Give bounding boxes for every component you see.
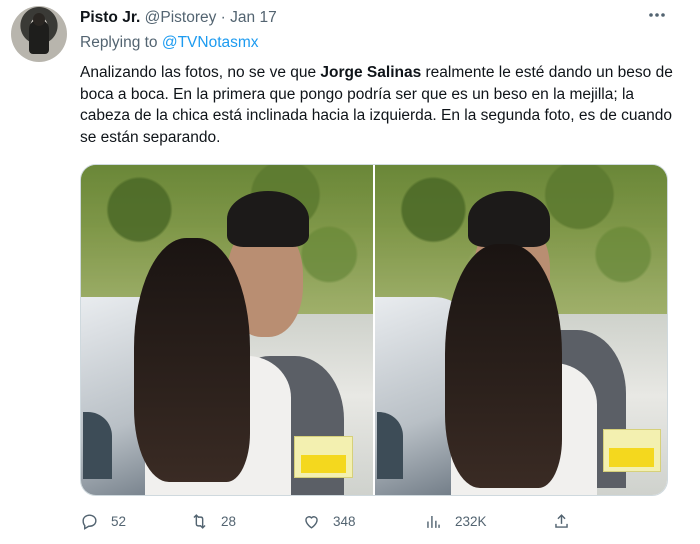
reply-prefix: Replying to	[80, 34, 162, 51]
more-horizontal-icon[interactable]	[646, 4, 668, 26]
tweet-text: Analizando las fotos, no se ve que Jorge…	[80, 62, 680, 148]
retweet-button[interactable]: 28	[190, 510, 236, 532]
author-name[interactable]: Pisto Jr.	[80, 9, 140, 26]
photo-1-sign	[294, 435, 353, 479]
photo-2-car-window	[376, 411, 403, 480]
avatar-head	[33, 13, 45, 26]
tweet[interactable]: Pisto Jr. @Pistorey · Jan 17 Replying to…	[0, 0, 700, 544]
tweet-actions: 52 28 348 232K	[80, 510, 580, 532]
photo-1-man-hair	[227, 191, 309, 248]
photo-2-sign-label	[609, 448, 655, 467]
reply-button[interactable]: 52	[80, 510, 126, 532]
tweet-text-bold: Jorge Salinas	[320, 64, 422, 81]
tweet-text-start: Analizando las fotos, no se ve que	[80, 64, 321, 81]
tweet-date[interactable]: Jan 17	[230, 9, 277, 26]
like-button[interactable]: 348	[302, 510, 356, 532]
photo-1-woman-hair	[133, 237, 251, 482]
photo-1[interactable]	[81, 165, 373, 495]
reply-icon	[82, 513, 97, 530]
media-grid	[80, 164, 668, 496]
like-count: 348	[333, 513, 356, 529]
like-icon	[305, 515, 318, 529]
retweet-count: 28	[221, 513, 237, 529]
reply-mention-link[interactable]: @TVNotasmx	[162, 34, 259, 51]
reply-context: Replying to @TVNotasmx	[80, 34, 259, 52]
views-icon	[427, 515, 440, 528]
photo-2[interactable]	[375, 165, 667, 495]
avatar[interactable]	[11, 6, 67, 62]
tweet-header: Pisto Jr. @Pistorey · Jan 17	[80, 8, 277, 28]
photo-2-woman-hair	[445, 244, 562, 489]
author-handle[interactable]: @Pistorey	[145, 9, 217, 26]
photo-2-sign	[602, 429, 662, 472]
share-icon	[555, 513, 568, 528]
views-button[interactable]: 232K	[424, 510, 487, 532]
views-count: 232K	[455, 513, 487, 529]
photo-2-man-hair	[468, 191, 551, 248]
reply-count: 52	[111, 513, 127, 529]
retweet-icon	[193, 513, 206, 529]
share-button[interactable]	[552, 510, 571, 532]
header-separator: ·	[220, 9, 226, 26]
photo-1-car-window	[83, 411, 113, 480]
photo-1-sign-label	[300, 454, 346, 474]
